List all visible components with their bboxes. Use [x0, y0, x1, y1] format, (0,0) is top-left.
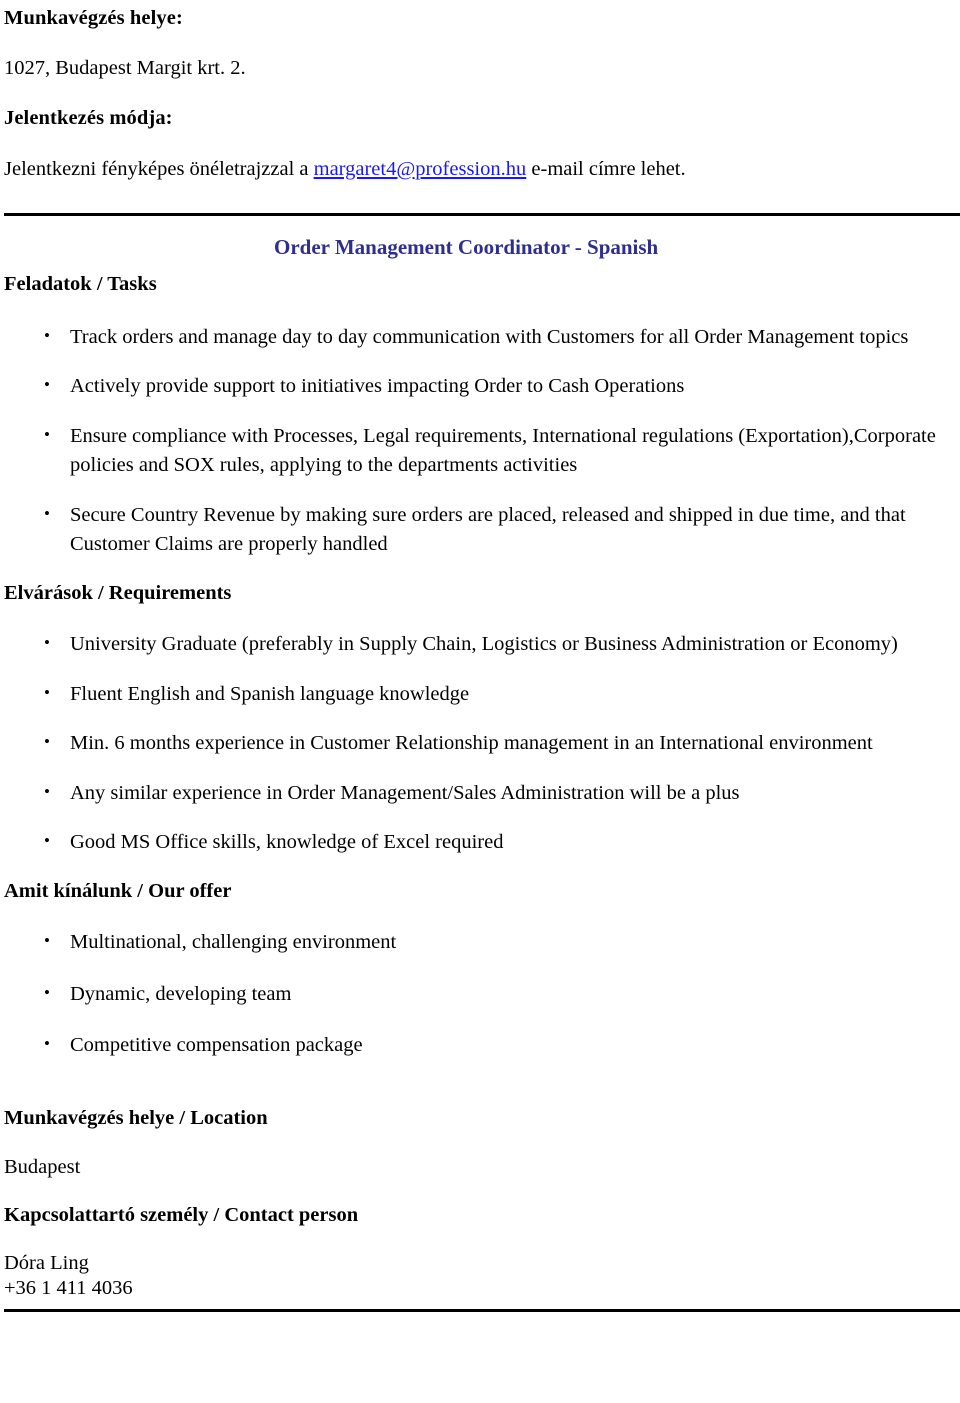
list-item: Min. 6 months experience in Customer Rel… [4, 728, 952, 759]
list-item: University Graduate (preferably in Suppl… [4, 629, 952, 660]
top-location-value: 1027, Budapest Margit krt. 2. [4, 57, 246, 80]
apply-text-after: e-mail címre lehet. [526, 157, 686, 180]
list-item: Any similar experience in Order Manageme… [4, 778, 952, 809]
list-item: Dynamic, developing team [4, 979, 952, 1010]
list-item: Good MS Office skills, knowledge of Exce… [4, 827, 952, 858]
section-heading-requirements: Elvárások / Requirements [4, 581, 232, 604]
tasks-list: Track orders and manage day to day commu… [4, 322, 952, 560]
offer-list: Multinational, challenging environment D… [4, 927, 952, 1061]
contact-name: Dóra Ling [4, 1252, 89, 1275]
document-body: Munkavégzés helye: 1027, Budapest Margit… [0, 0, 960, 1312]
location-value: Budapest [4, 1155, 81, 1178]
section-heading-tasks: Feladatok / Tasks [4, 272, 157, 295]
list-item: Secure Country Revenue by making sure or… [4, 500, 952, 560]
top-location-label: Munkavégzés helye: [4, 7, 183, 29]
requirements-list: University Graduate (preferably in Suppl… [4, 629, 952, 858]
job-title: Order Management Coordinator - Spanish [274, 234, 659, 259]
list-item: Competitive compensation package [4, 1030, 952, 1061]
document-page: Munkavégzés helye: 1027, Budapest Margit… [0, 0, 960, 1403]
list-item: Fluent English and Spanish language know… [4, 679, 952, 710]
contact-phone: +36 1 411 4036 [4, 1276, 133, 1299]
section-heading-offer: Amit kínálunk / Our offer [4, 879, 232, 902]
section-divider-bottom [4, 1308, 960, 1312]
top-apply-sentence: Jelentkezni fényképes önéletrajzzal a ma… [4, 157, 952, 181]
section-heading-contact: Kapcsolattartó személy / Contact person [4, 1203, 359, 1226]
section-heading-location: Munkavégzés helye / Location [4, 1106, 268, 1129]
apply-text-before: Jelentkezni fényképes önéletrajzzal a [4, 157, 314, 180]
apply-email-link[interactable]: margaret4@profession.hu [314, 158, 527, 180]
list-item: Actively provide support to initiatives … [4, 371, 952, 402]
top-apply-label: Jelentkezés módja: [4, 107, 173, 130]
list-item: Ensure compliance with Processes, Legal … [4, 421, 952, 481]
list-item: Multinational, challenging environment [4, 927, 952, 958]
list-item: Track orders and manage day to day commu… [4, 322, 952, 353]
